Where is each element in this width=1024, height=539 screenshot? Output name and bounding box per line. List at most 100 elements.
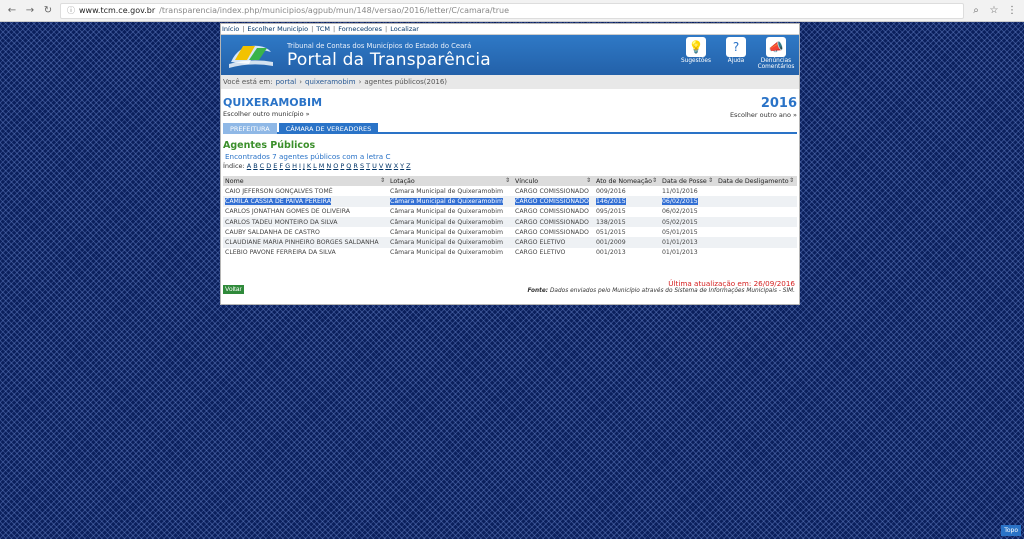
tab-prefeitura[interactable]: PREFEITURA: [223, 123, 277, 134]
zoom-icon[interactable]: ⌕: [970, 5, 982, 17]
alphabet-letter[interactable]: P: [340, 162, 344, 170]
alphabet-letter[interactable]: N: [326, 162, 331, 170]
table-row[interactable]: CAMILA CASSIA DE PAIVA PEREIRA Câmara Mun…: [223, 196, 797, 207]
sort-arrows-icon[interactable]: ⇕: [505, 177, 510, 184]
topnav-item[interactable]: Fornecedores: [338, 25, 382, 33]
lightbulb-icon: 💡: [686, 37, 706, 57]
table-row[interactable]: CARLOS JONATHAN GOMES DE OLIVEIRA Câmara …: [223, 206, 797, 217]
alphabet-letter[interactable]: W: [385, 162, 391, 170]
topnav-item[interactable]: Início: [222, 25, 239, 33]
table-cell: CARLOS JONATHAN GOMES DE OLIVEIRA: [223, 206, 388, 217]
topnav-separator: |: [384, 25, 388, 33]
alphabet-letter[interactable]: F: [279, 162, 283, 170]
sort-arrows-icon[interactable]: ⇕: [586, 177, 591, 184]
alphabet-letter[interactable]: X: [394, 162, 398, 170]
topnav-separator: |: [333, 25, 336, 33]
topnav-item[interactable]: Localizar: [390, 25, 419, 33]
table-cell: 05/01/2015: [660, 227, 716, 238]
cell-text: Câmara Municipal de Quixeramobim: [390, 218, 503, 226]
topnav-separator: |: [242, 25, 245, 33]
alphabet-index-label: Índice:: [223, 162, 245, 170]
alphabet-letter[interactable]: R: [353, 162, 358, 170]
table-cell: CARGO COMISSIONADO: [513, 206, 594, 217]
table-cell: CAMILA CASSIA DE PAIVA PEREIRA: [223, 196, 388, 207]
column-header[interactable]: Data de Posse ⇕: [660, 176, 716, 186]
banner-button-label: Sugestões: [680, 58, 712, 64]
table-row[interactable]: CAIO JEFERSON GONÇALVES TOMÉ Câmara Munic…: [223, 186, 797, 197]
alphabet-letter[interactable]: L: [313, 162, 317, 170]
alphabet-letter[interactable]: G: [285, 162, 290, 170]
table-cell: 051/2015: [594, 227, 660, 238]
sort-arrows-icon[interactable]: ⇕: [380, 177, 385, 184]
section-title: Agentes Públicos: [223, 140, 316, 151]
entity-tabs: PREFEITURA CÂMARA DE VEREADORES: [223, 121, 797, 134]
reload-icon[interactable]: ↻: [42, 5, 54, 17]
municipality-name: QUIXERAMOBIM: [223, 96, 323, 109]
page-info-icon[interactable]: ⓘ: [67, 5, 75, 16]
table-cell: 05/02/2015: [660, 216, 716, 228]
column-header[interactable]: Nome ⇕: [223, 176, 388, 186]
column-header[interactable]: Data de Desligamento ⇕: [716, 176, 797, 186]
tab-camara[interactable]: CÂMARA DE VEREADORES: [278, 123, 379, 134]
alphabet-letter[interactable]: Y: [400, 162, 404, 170]
scroll-to-top-button[interactable]: Topo: [1001, 525, 1021, 536]
alphabet-letter[interactable]: T: [366, 162, 370, 170]
alphabet-letter[interactable]: E: [273, 162, 277, 170]
table-cell: 001/2013: [594, 247, 660, 259]
cell-text: CARGO COMISSIONADO: [515, 218, 589, 226]
cell-text: Câmara Municipal de Quixeramobim: [390, 239, 503, 247]
alphabet-letter[interactable]: A: [247, 162, 251, 170]
bookmark-star-icon[interactable]: ☆: [988, 5, 1000, 17]
sort-arrows-icon[interactable]: ⇕: [789, 177, 794, 184]
footer: Voltar Última atualização em: 26/09/2016…: [223, 279, 795, 294]
alphabet-letter[interactable]: I: [299, 162, 301, 170]
alphabet-letter[interactable]: J: [303, 162, 305, 170]
alphabet-letter[interactable]: V: [379, 162, 383, 170]
table-cell: CARGO ELETIVO: [513, 247, 594, 259]
table-row[interactable]: CLEBIO PAVONE FERREIRA DA SILVA Câmara Mu…: [223, 247, 797, 259]
table-row[interactable]: CAUBY SALDANHA DE CASTRO Câmara Municipal…: [223, 227, 797, 238]
table-cell: [716, 196, 797, 207]
back-arrow-icon[interactable]: ←: [6, 5, 18, 17]
column-header[interactable]: Lotação ⇕: [388, 176, 513, 186]
alphabet-letter[interactable]: O: [333, 162, 338, 170]
banner-button-lightbulb[interactable]: 💡 Sugestões: [679, 37, 713, 70]
table-cell: 001/2009: [594, 237, 660, 248]
address-bar[interactable]: ⓘ www.tcm.ce.gov.br/transparencia/index.…: [60, 2, 964, 19]
alphabet-letter[interactable]: D: [266, 162, 271, 170]
alphabet-letter[interactable]: U: [372, 162, 377, 170]
banner-button-megaphone[interactable]: 📣 Denúncias Comentários: [758, 37, 794, 70]
column-header[interactable]: Vínculo ⇕: [513, 176, 594, 186]
alphabet-letter[interactable]: S: [360, 162, 364, 170]
alphabet-letter[interactable]: Z: [406, 162, 410, 170]
table-cell: CAIO JEFERSON GONÇALVES TOMÉ: [223, 186, 388, 197]
breadcrumb-item-municipality[interactable]: quixeramobim: [305, 78, 356, 86]
alphabet-letter[interactable]: H: [292, 162, 297, 170]
banner-button-help[interactable]: ? Ajuda: [719, 37, 753, 70]
breadcrumb-item-portal[interactable]: portal: [276, 78, 297, 86]
help-icon: ?: [726, 37, 746, 57]
data-source-text: Dados enviados pelo Município através do…: [549, 288, 795, 294]
alphabet-letter[interactable]: M: [319, 162, 325, 170]
column-header-label: Lotação: [390, 177, 415, 185]
change-municipality-link[interactable]: Escolher outro município »: [223, 110, 322, 118]
tcm-logo-icon[interactable]: [229, 40, 273, 68]
alphabet-letter[interactable]: K: [307, 162, 311, 170]
change-year-link[interactable]: Escolher outro ano »: [730, 111, 797, 119]
sort-arrows-icon[interactable]: ⇕: [708, 177, 713, 184]
topnav-item[interactable]: Escolher Município: [247, 25, 308, 33]
back-button[interactable]: Voltar: [223, 285, 244, 294]
alphabet-letter[interactable]: C: [260, 162, 265, 170]
table-row[interactable]: CLAUDIANE MARIA PINHEIRO BORGES SALDANHA…: [223, 237, 797, 248]
cell-text: Câmara Municipal de Quixeramobim: [390, 208, 503, 216]
table-row[interactable]: CARLOS TADEU MONTEIRO DA SILVA Câmara Mun…: [223, 216, 797, 228]
year-label: 2016: [760, 96, 797, 111]
alphabet-letter[interactable]: Q: [346, 162, 351, 170]
alphabet-letter[interactable]: B: [253, 162, 257, 170]
url-host: www.tcm.ce.gov.br: [79, 6, 156, 15]
column-header[interactable]: Ato de Nomeação ⇕: [594, 176, 660, 186]
sort-arrows-icon[interactable]: ⇕: [652, 177, 657, 184]
topnav-item[interactable]: TCM: [316, 25, 330, 33]
menu-icon[interactable]: ⋮: [1006, 5, 1018, 17]
forward-arrow-icon[interactable]: →: [24, 5, 36, 17]
